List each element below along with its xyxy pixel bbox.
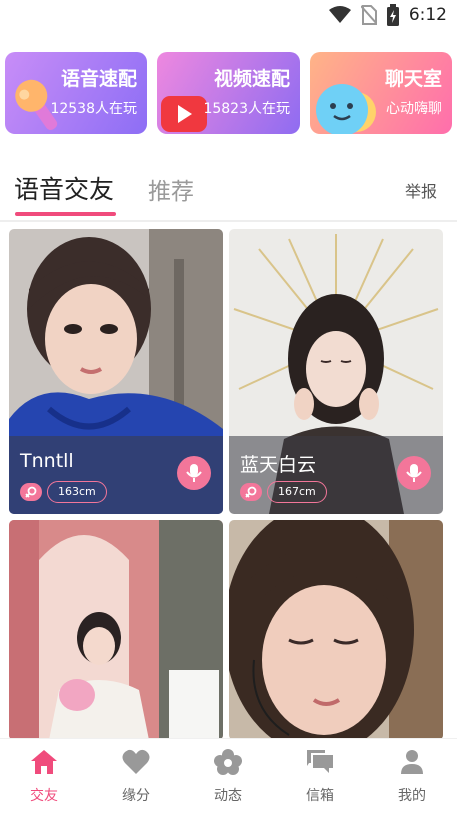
profile-info-bar: 蓝天白云 167cm	[229, 436, 443, 514]
bottom-nav: 交友 缘分 动态 信箱 我的	[0, 738, 457, 813]
quick-match-cards: 语音速配 12538人在玩 视频速配 15823人在玩 聊天室 心动嗨聊	[5, 52, 452, 134]
chat-room-card[interactable]: 聊天室 心动嗨聊	[310, 52, 452, 134]
profile-info-bar: Tnntll 163cm	[9, 436, 223, 514]
profile-photo	[9, 520, 223, 740]
tabs-divider	[0, 220, 457, 222]
nav-item-mine[interactable]: 我的	[377, 749, 447, 805]
battery-charging-icon	[386, 4, 399, 26]
tab-recommend[interactable]: 推荐	[148, 172, 194, 206]
wifi-icon	[328, 6, 351, 23]
smiley-bubble-icon	[316, 84, 376, 134]
status-bar: 6:12	[0, 0, 457, 30]
clock-time: 6:12	[408, 5, 447, 25]
nav-label: 交友	[30, 788, 58, 804]
tab-voice-dating[interactable]: 语音交友	[14, 170, 114, 206]
microphone-icon	[186, 464, 202, 482]
video-match-title: 视频速配	[213, 68, 290, 90]
nav-label: 我的	[398, 788, 426, 804]
category-tabs: 语音交友 推荐 举报	[0, 160, 457, 220]
nav-item-mailbox[interactable]: 信箱	[285, 749, 355, 805]
nav-label: 信箱	[306, 788, 334, 804]
voice-match-count: 12538人在玩	[50, 101, 137, 117]
active-tab-indicator	[15, 212, 116, 216]
nav-item-fate[interactable]: 缘分	[101, 749, 171, 805]
chat-room-subtitle: 心动嗨聊	[386, 101, 442, 117]
profile-card[interactable]: 蓝天白云 167cm	[229, 229, 443, 514]
no-sim-icon	[360, 5, 377, 25]
video-match-count: 15823人在玩	[203, 101, 290, 117]
profile-photo	[229, 520, 443, 740]
nav-label: 缘分	[122, 788, 150, 804]
height-tag: 167cm	[267, 481, 327, 503]
home-icon	[31, 750, 57, 774]
profile-card[interactable]	[9, 520, 223, 740]
profile-name: 蓝天白云	[240, 454, 317, 476]
female-icon	[240, 483, 262, 501]
chat-room-title: 聊天室	[384, 68, 442, 90]
microphone-icon	[406, 464, 422, 482]
female-icon	[20, 483, 42, 501]
voice-call-button[interactable]	[177, 456, 211, 490]
voice-call-button[interactable]	[397, 456, 431, 490]
flower-icon	[214, 749, 242, 775]
nav-item-make-friends[interactable]: 交友	[9, 749, 79, 805]
profile-card[interactable]: Tnntll 163cm	[9, 229, 223, 514]
height-tag: 163cm	[47, 481, 107, 503]
nav-item-moments[interactable]: 动态	[193, 749, 263, 805]
chat-bubbles-icon	[307, 750, 333, 773]
voice-match-title: 语音速配	[60, 68, 137, 90]
voice-match-card[interactable]: 语音速配 12538人在玩	[5, 52, 147, 134]
profile-name: Tnntll	[20, 450, 74, 472]
video-match-card[interactable]: 视频速配 15823人在玩	[157, 52, 300, 134]
report-button[interactable]: 举报	[405, 178, 437, 202]
person-icon	[401, 750, 423, 774]
nav-label: 动态	[214, 788, 242, 804]
status-icons: 6:12	[328, 4, 447, 26]
profile-card[interactable]	[229, 520, 443, 740]
heart-icon	[122, 749, 150, 774]
